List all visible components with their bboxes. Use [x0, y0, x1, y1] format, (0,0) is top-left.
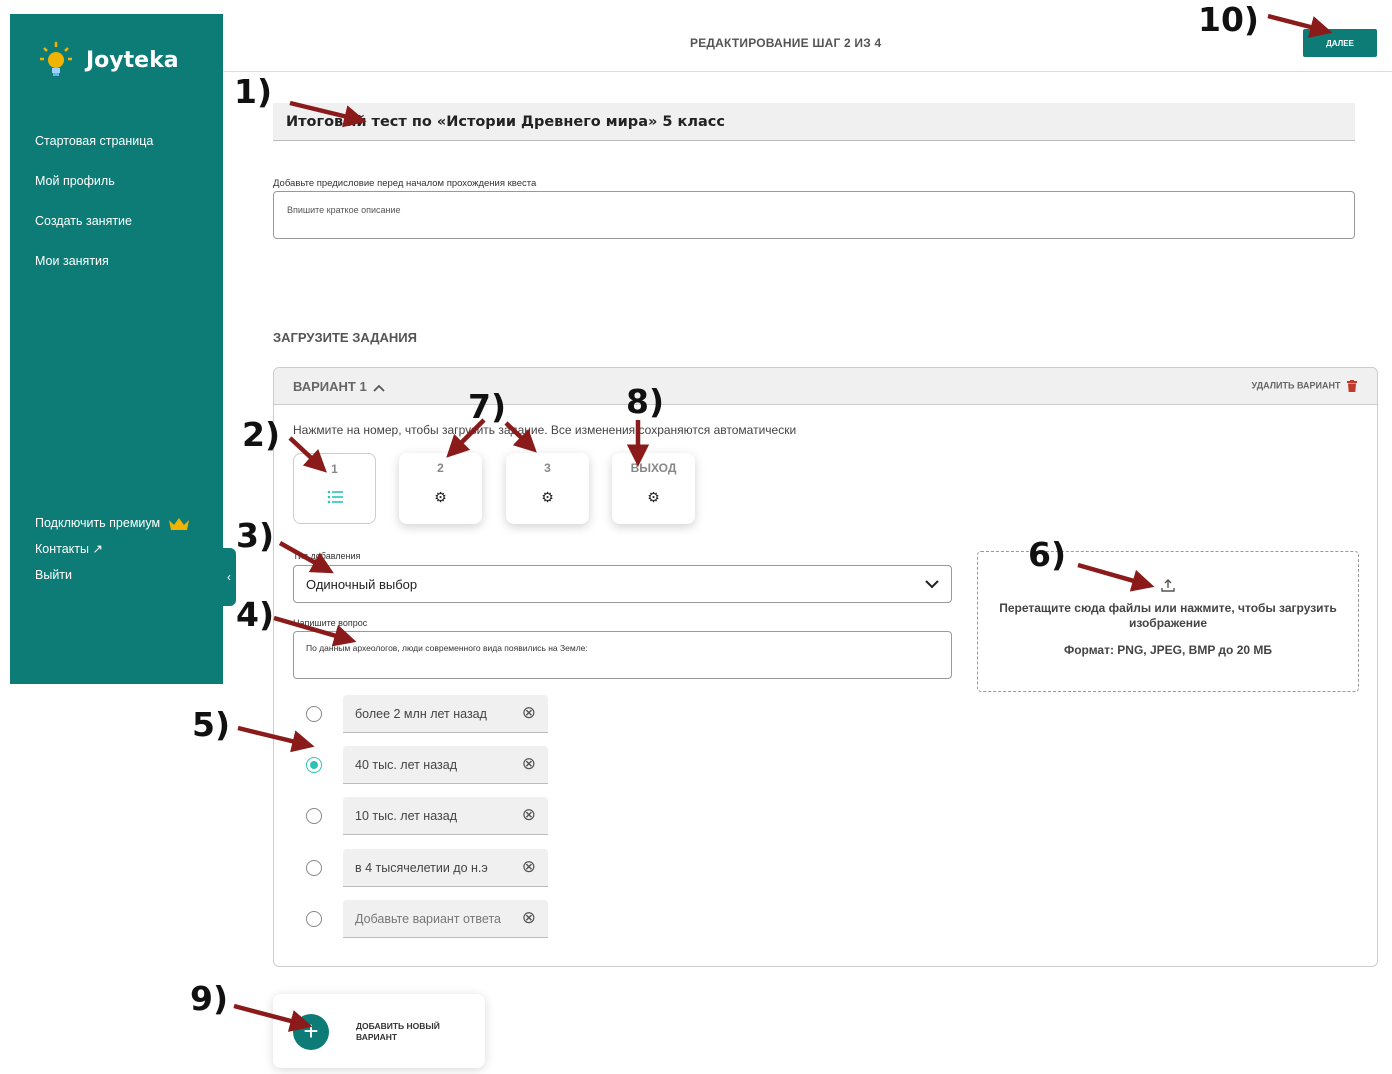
- sidebar: Joyteka Стартовая страница Мой профиль С…: [10, 14, 223, 684]
- quest-title: Итоговый тест по «Истории Древнего мира»…: [286, 114, 725, 130]
- annotation-3: 3): [236, 516, 275, 555]
- sidebar-bottom: Подключить премиум Контакты ↗ Выйти: [35, 516, 190, 594]
- answer-input[interactable]: более 2 млн лет назад ⊗: [343, 695, 548, 733]
- answer-placeholder: Добавьте вариант ответа: [355, 912, 501, 926]
- variant-name: ВАРИАНТ 1: [293, 379, 367, 394]
- variant-card: ВАРИАНТ 1 УДАЛИТЬ ВАРИАНТ Нажмите на ном…: [273, 367, 1378, 967]
- answer-input[interactable]: 10 тыс. лет назад ⊗: [343, 797, 548, 835]
- chevron-down-icon: [925, 580, 939, 589]
- intro-textarea[interactable]: Впишите краткое описание: [273, 191, 1355, 239]
- remove-answer-icon[interactable]: ⊗: [522, 754, 536, 774]
- type-label: Тип добавления: [293, 551, 361, 561]
- plus-icon: +: [293, 1014, 329, 1050]
- question-input[interactable]: По данным археологов, люди современного …: [293, 631, 952, 679]
- sidebar-item-logout[interactable]: Выйти: [35, 568, 190, 594]
- variant-title[interactable]: ВАРИАНТ 1: [293, 379, 385, 394]
- trash-icon: [1347, 380, 1357, 392]
- question-label: Напишите вопрос: [293, 618, 368, 628]
- chevron-up-icon: [373, 384, 385, 392]
- annotation-4: 4): [236, 595, 275, 634]
- answer-option: в 4 тысячелетии до н.э ⊗: [306, 849, 548, 887]
- answer-text: более 2 млн лет назад: [355, 707, 487, 721]
- sidebar-item-my-lessons[interactable]: Мои занятия: [35, 254, 153, 294]
- gear-icon: ⚙: [541, 489, 554, 505]
- gear-icon: ⚙: [647, 489, 660, 505]
- answer-option: 40 тыс. лет назад ⊗: [306, 746, 548, 784]
- annotation-7: 7): [468, 387, 507, 426]
- delete-variant-label: УДАЛИТЬ ВАРИАНТ: [1251, 380, 1341, 391]
- annotation-8: 8): [626, 382, 665, 421]
- crown-icon: [168, 517, 189, 530]
- logo[interactable]: Joyteka: [38, 40, 179, 80]
- gear-icon: ⚙: [434, 489, 447, 505]
- sidebar-item-home[interactable]: Стартовая страница: [35, 134, 153, 174]
- annotation-6: 6): [1028, 535, 1067, 574]
- answer-radio[interactable]: [306, 808, 322, 824]
- answer-type-select[interactable]: Одиночный выбор: [293, 565, 952, 603]
- answer-radio[interactable]: [306, 860, 322, 876]
- task-tile-exit[interactable]: ВЫХОД ⚙: [612, 453, 695, 524]
- answer-type-value: Одиночный выбор: [306, 577, 418, 592]
- answer-radio[interactable]: [306, 911, 322, 927]
- task-tile-3[interactable]: 3 ⚙: [506, 453, 589, 524]
- dropzone-text: Перетащите сюда файлы или нажмите, чтобы…: [999, 601, 1337, 630]
- tasks-heading: ЗАГРУЗИТЕ ЗАДАНИЯ: [273, 330, 417, 345]
- answer-radio[interactable]: [306, 706, 322, 722]
- variant-header[interactable]: ВАРИАНТ 1 УДАЛИТЬ ВАРИАНТ: [274, 368, 1377, 405]
- answer-input[interactable]: 40 тыс. лет назад ⊗: [343, 746, 548, 784]
- remove-answer-icon[interactable]: ⊗: [522, 805, 536, 825]
- sidebar-item-profile[interactable]: Мой профиль: [35, 174, 153, 214]
- list-icon: [327, 490, 343, 504]
- upload-icon: [1161, 579, 1175, 592]
- task-tile-2[interactable]: 2 ⚙: [399, 453, 482, 524]
- sidebar-item-contacts[interactable]: Контакты ↗: [35, 542, 190, 568]
- answer-input[interactable]: в 4 тысячелетии до н.э ⊗: [343, 849, 548, 887]
- answer-input[interactable]: Добавьте вариант ответа ⊗: [343, 900, 548, 938]
- annotation-1: 1): [234, 72, 273, 111]
- task-number: 3: [544, 461, 551, 475]
- answer-text: 10 тыс. лет назад: [355, 809, 458, 823]
- annotation-5: 5): [192, 705, 231, 744]
- intro-label: Добавьте предисловие перед началом прохо…: [273, 178, 537, 189]
- task-number: 1: [331, 462, 338, 476]
- remove-answer-icon[interactable]: ⊗: [522, 908, 536, 928]
- remove-answer-icon[interactable]: ⊗: [522, 857, 536, 877]
- annotation-10: 10): [1198, 0, 1260, 39]
- step-indicator: РЕДАКТИРОВАНИЕ ШАГ 2 ИЗ 4: [690, 36, 882, 50]
- logo-text: Joyteka: [86, 47, 179, 73]
- quest-title-field[interactable]: Итоговый тест по «Истории Древнего мира»…: [273, 103, 1355, 141]
- remove-answer-icon[interactable]: ⊗: [522, 703, 536, 723]
- sidebar-nav: Стартовая страница Мой профиль Создать з…: [35, 134, 153, 294]
- tasks-hint: Нажмите на номер, чтобы загрузить задани…: [293, 423, 797, 437]
- lightbulb-icon: [40, 42, 72, 76]
- answer-option: Добавьте вариант ответа ⊗: [306, 900, 548, 938]
- dropzone-format: Формат: PNG, JPEG, BMP до 20 МБ: [1063, 643, 1273, 657]
- annotation-2: 2): [242, 415, 281, 454]
- sidebar-item-create-lesson[interactable]: Создать занятие: [35, 214, 153, 254]
- answer-radio[interactable]: [306, 757, 322, 773]
- annotation-9: 9): [190, 979, 229, 1018]
- task-number: ВЫХОД: [630, 461, 677, 475]
- sidebar-collapse-button[interactable]: ‹: [222, 548, 236, 606]
- answer-text: 40 тыс. лет назад: [355, 758, 458, 772]
- answer-option: 10 тыс. лет назад ⊗: [306, 797, 548, 835]
- add-variant-button[interactable]: + ДОБАВИТЬ НОВЫЙ ВАРИАНТ: [273, 994, 485, 1068]
- add-variant-label: ДОБАВИТЬ НОВЫЙ ВАРИАНТ: [356, 1021, 440, 1042]
- answer-option: более 2 млн лет назад ⊗: [306, 695, 548, 733]
- answer-text: в 4 тысячелетии до н.э: [355, 861, 488, 875]
- premium-label: Подключить премиум: [35, 516, 161, 530]
- delete-variant-button[interactable]: УДАЛИТЬ ВАРИАНТ: [1252, 380, 1357, 392]
- task-number: 2: [437, 461, 444, 475]
- sidebar-item-premium[interactable]: Подключить премиум: [35, 516, 190, 542]
- next-button[interactable]: ДАЛЕЕ: [1303, 29, 1377, 57]
- task-tile-1[interactable]: 1: [293, 453, 376, 524]
